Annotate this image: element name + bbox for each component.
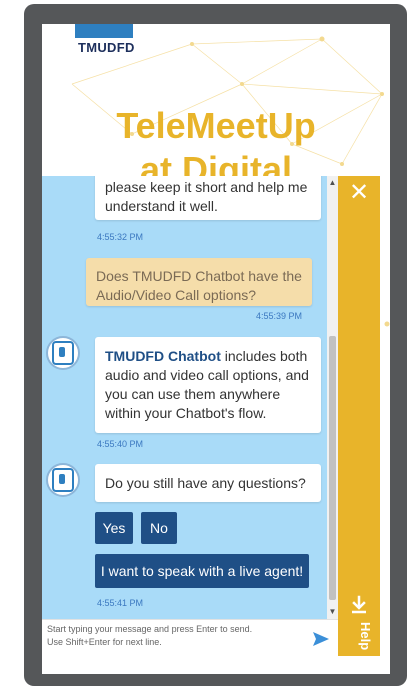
bot-avatar-icon bbox=[52, 341, 74, 365]
hero-title: TeleMeetUp bbox=[116, 105, 316, 146]
scroll-thumb[interactable] bbox=[329, 336, 336, 600]
live-agent-button[interactable]: I want to speak with a live agent! bbox=[95, 554, 309, 588]
download-icon[interactable] bbox=[349, 595, 369, 615]
chat-messages[interactable]: please keep it short and help me underst… bbox=[42, 176, 342, 619]
yes-button[interactable]: Yes bbox=[95, 512, 133, 544]
chat-side-panel bbox=[338, 176, 380, 656]
message-text: Do you still have any questions? bbox=[105, 475, 306, 491]
bot-avatar bbox=[46, 336, 80, 370]
no-button[interactable]: No bbox=[141, 512, 177, 544]
scroll-down-icon[interactable]: ▼ bbox=[327, 607, 338, 617]
bot-avatar bbox=[46, 463, 80, 497]
help-label[interactable]: Help bbox=[345, 618, 373, 654]
send-icon[interactable] bbox=[312, 630, 330, 648]
user-message: Does TMUDFD Chatbot have the Audio/Video… bbox=[86, 258, 312, 306]
bot-message: Do you still have any questions? bbox=[95, 464, 321, 502]
message-timestamp: 4:55:41 PM bbox=[97, 598, 144, 608]
bot-message: please keep it short and help me underst… bbox=[95, 176, 321, 220]
bot-message: TMUDFD Chatbot includes both audio and v… bbox=[95, 337, 321, 433]
bot-name: TMUDFD Chatbot bbox=[105, 348, 221, 364]
placeholder-line: Use Shift+Enter for next line. bbox=[47, 637, 162, 647]
close-icon[interactable]: ✕ bbox=[348, 181, 370, 205]
message-timestamp: 4:55:39 PM bbox=[256, 311, 303, 321]
chat-window: please keep it short and help me underst… bbox=[42, 176, 342, 619]
message-timestamp: 4:55:40 PM bbox=[97, 439, 144, 449]
message-text: Does TMUDFD Chatbot have the Audio/Video… bbox=[96, 268, 302, 303]
logo-text: TMUDFD bbox=[78, 40, 135, 55]
message-input-bar[interactable]: Start typing your message and press Ente… bbox=[42, 619, 338, 656]
chat-scrollbar[interactable]: ▲ ▼ bbox=[327, 176, 338, 619]
message-input-placeholder[interactable]: Start typing your message and press Ente… bbox=[47, 623, 305, 649]
logo-mark bbox=[75, 24, 133, 38]
message-text: please keep it short and help me underst… bbox=[105, 179, 308, 214]
placeholder-line: Start typing your message and press Ente… bbox=[47, 624, 253, 634]
scroll-up-icon[interactable]: ▲ bbox=[327, 178, 338, 188]
bot-avatar-icon bbox=[52, 468, 74, 492]
message-timestamp: 4:55:32 PM bbox=[97, 232, 144, 242]
